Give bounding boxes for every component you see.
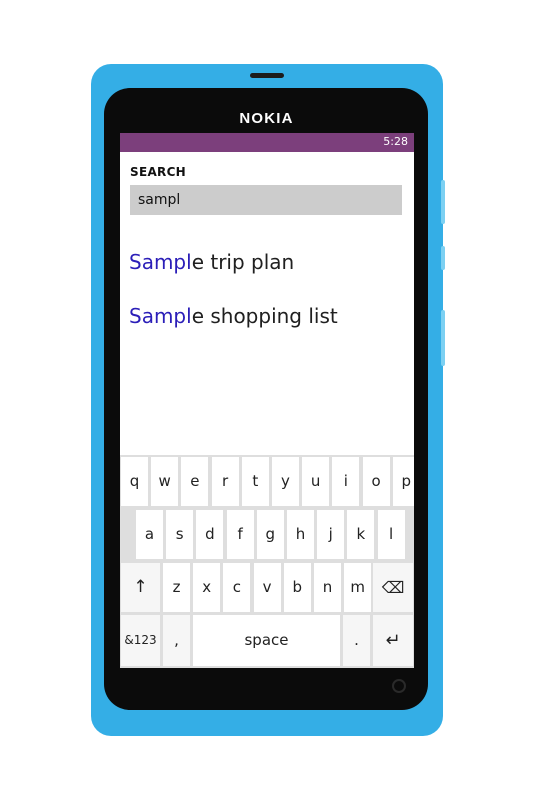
key-y[interactable]: y bbox=[272, 457, 299, 506]
key-label: z bbox=[172, 578, 181, 596]
search-input[interactable] bbox=[130, 185, 402, 215]
key-v[interactable]: v bbox=[253, 563, 281, 612]
key-b[interactable]: b bbox=[283, 563, 311, 612]
key-c[interactable]: c bbox=[223, 563, 251, 612]
brand-logo: NOKIA bbox=[239, 110, 294, 127]
key-label: u bbox=[310, 472, 321, 490]
status-bar: 5:28 bbox=[120, 133, 414, 152]
key-label: x bbox=[202, 578, 212, 596]
key-a[interactable]: a bbox=[136, 510, 163, 559]
enter-icon: ↵ bbox=[385, 630, 401, 651]
key-u[interactable]: u bbox=[302, 457, 330, 506]
comma-key-label: , bbox=[174, 631, 179, 649]
key-label: k bbox=[356, 525, 366, 543]
key-g[interactable]: g bbox=[256, 510, 284, 559]
key-o[interactable]: o bbox=[362, 457, 390, 506]
result-rest-text: e trip plan bbox=[191, 250, 295, 274]
result-match-text: Sampl bbox=[129, 304, 192, 328]
key-label: f bbox=[237, 525, 243, 543]
key-h[interactable]: h bbox=[287, 510, 314, 559]
key-label: o bbox=[371, 472, 381, 490]
status-time: 5:28 bbox=[383, 135, 408, 148]
key-label: w bbox=[158, 472, 171, 490]
key-label: p bbox=[401, 472, 412, 490]
enter-key[interactable]: ↵ bbox=[373, 615, 413, 666]
key-r[interactable]: r bbox=[211, 457, 239, 506]
key-d[interactable]: d bbox=[196, 510, 224, 559]
key-label: y bbox=[281, 472, 290, 490]
key-label: d bbox=[205, 525, 215, 543]
key-label: q bbox=[129, 472, 140, 490]
key-i[interactable]: i bbox=[332, 457, 360, 506]
camera-button bbox=[441, 310, 445, 366]
search-result-trip-plan[interactable]: Sample trip plan bbox=[129, 250, 294, 274]
key-k[interactable]: k bbox=[347, 510, 375, 559]
backspace-key[interactable]: ⌫ bbox=[373, 563, 413, 612]
key-j[interactable]: j bbox=[317, 510, 345, 559]
key-x[interactable]: x bbox=[193, 563, 221, 612]
earpiece bbox=[250, 73, 284, 78]
phone-screen: 5:28 SEARCH Sample trip plan Sample shop… bbox=[120, 133, 414, 668]
key-label: b bbox=[292, 578, 303, 596]
key-label: c bbox=[232, 578, 242, 596]
key-label: h bbox=[295, 525, 306, 543]
key-w[interactable]: w bbox=[151, 457, 179, 506]
period-key[interactable]: . bbox=[343, 615, 370, 666]
camera-lens-icon bbox=[392, 679, 406, 693]
key-label: s bbox=[175, 525, 184, 543]
lock-button bbox=[441, 246, 445, 270]
key-label: t bbox=[252, 472, 259, 490]
space-key-label: space bbox=[244, 631, 289, 649]
key-label: l bbox=[389, 525, 394, 543]
search-label: SEARCH bbox=[130, 165, 187, 179]
period-key-label: . bbox=[354, 631, 359, 649]
key-l[interactable]: l bbox=[377, 510, 405, 559]
key-n[interactable]: n bbox=[314, 563, 341, 612]
key-t[interactable]: t bbox=[241, 457, 269, 506]
key-label: e bbox=[190, 472, 200, 490]
volume-button bbox=[441, 180, 445, 224]
comma-key[interactable]: , bbox=[163, 615, 190, 666]
result-match-text: Sampl bbox=[129, 250, 192, 274]
shift-icon: ↑ bbox=[133, 577, 148, 597]
key-f[interactable]: f bbox=[226, 510, 254, 559]
key-z[interactable]: z bbox=[163, 563, 190, 612]
key-s[interactable]: s bbox=[166, 510, 194, 559]
key-label: g bbox=[265, 525, 276, 543]
key-label: v bbox=[262, 578, 272, 596]
key-label: i bbox=[343, 472, 348, 490]
key-label: m bbox=[350, 578, 365, 596]
symbols-key-label: &123 bbox=[124, 633, 157, 647]
key-label: j bbox=[328, 525, 333, 543]
key-q[interactable]: q bbox=[121, 457, 148, 506]
backspace-icon: ⌫ bbox=[381, 578, 405, 597]
shift-key[interactable]: ↑ bbox=[121, 563, 160, 612]
key-m[interactable]: m bbox=[344, 563, 372, 612]
search-result-shopping-list[interactable]: Sample shopping list bbox=[129, 304, 338, 328]
key-p[interactable]: p bbox=[392, 457, 414, 506]
key-e[interactable]: e bbox=[181, 457, 209, 506]
result-rest-text: e shopping list bbox=[191, 304, 338, 328]
on-screen-keyboard: ↑ ⌫ &123 , space . ↵ qw e r t y u i o p a s d f g h j k l… bbox=[120, 455, 414, 668]
key-label: r bbox=[222, 472, 229, 490]
space-key[interactable]: space bbox=[193, 615, 340, 666]
key-label: a bbox=[144, 525, 155, 543]
key-label: n bbox=[322, 578, 333, 596]
symbols-key[interactable]: &123 bbox=[121, 615, 160, 666]
